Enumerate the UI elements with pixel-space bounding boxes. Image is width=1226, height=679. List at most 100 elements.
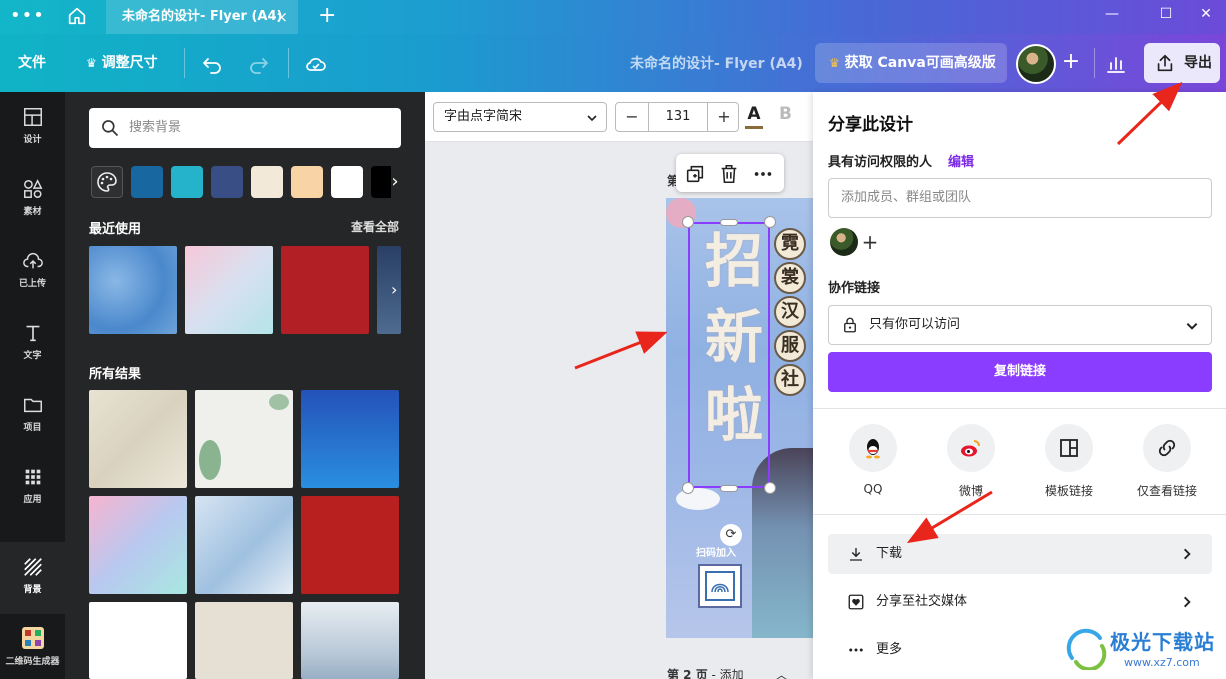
background-thumbnail[interactable] <box>301 496 399 594</box>
rail-item-projects[interactable]: 项目 <box>0 380 65 452</box>
tab-close-icon[interactable]: × <box>275 0 288 34</box>
color-swatch[interactable] <box>291 166 323 198</box>
close-window-icon[interactable]: ✕ <box>1186 0 1226 30</box>
add-people-input[interactable]: 添加成员、群组或团队 <box>828 178 1212 218</box>
text-color-indicator <box>745 126 763 129</box>
heart-icon <box>848 594 864 610</box>
color-swatch[interactable] <box>211 166 243 198</box>
bold-button[interactable]: B <box>779 104 792 124</box>
upload-icon <box>22 253 43 269</box>
maximize-icon[interactable]: ☐ <box>1146 0 1186 30</box>
resize-handle[interactable] <box>682 216 694 228</box>
font-size-input[interactable]: 131 <box>648 103 708 131</box>
crown-icon: ♛ <box>86 56 97 70</box>
upgrade-label: 获取 Canva可画高级版 <box>844 55 996 71</box>
add-collaborator-button[interactable]: + <box>859 228 881 256</box>
rail-item-design[interactable]: 设计 <box>0 92 65 164</box>
text-edit-toolbar: 字由点字简宋 − 131 + A B <box>425 92 813 142</box>
decrease-font-button[interactable]: − <box>616 103 648 131</box>
edit-access-link[interactable]: 编辑 <box>948 151 974 170</box>
search-input[interactable]: 搜索背景 <box>89 108 401 148</box>
resize-button[interactable]: ♛ 调整尺寸 <box>86 34 158 92</box>
rotate-handle-icon[interactable]: ⟳ <box>720 524 742 546</box>
background-thumbnail[interactable] <box>281 246 369 334</box>
resize-handle[interactable] <box>720 485 738 492</box>
rail-item-background[interactable]: 背景 <box>0 542 65 614</box>
minimize-icon[interactable]: — <box>1092 0 1132 30</box>
more-options-icon[interactable] <box>752 163 774 185</box>
file-menu[interactable]: 文件 <box>18 34 46 92</box>
more-menu-icon[interactable]: ••• <box>10 7 45 25</box>
apps-icon <box>25 469 40 485</box>
share-weibo-button[interactable]: 微博 <box>923 424 1019 499</box>
rail-item-qr-generator[interactable]: 二维码生成器 <box>0 614 65 679</box>
user-avatar[interactable] <box>1016 44 1056 84</box>
resize-handle[interactable] <box>682 482 694 494</box>
chevron-right-icon[interactable]: › <box>391 280 397 299</box>
background-thumbnail[interactable] <box>89 390 187 488</box>
color-swatch[interactable] <box>131 166 163 198</box>
rail-item-elements[interactable]: 素材 <box>0 164 65 236</box>
color-palette-button[interactable] <box>91 166 123 198</box>
see-all-link[interactable]: 查看全部 <box>351 218 399 235</box>
toolbar-divider <box>184 48 185 78</box>
background-thumbnail[interactable] <box>301 390 399 488</box>
background-thumbnail[interactable] <box>185 246 273 334</box>
link-access-select[interactable]: 只有你可以访问 <box>828 305 1212 345</box>
increase-font-button[interactable]: + <box>708 103 740 131</box>
undo-icon[interactable] <box>200 52 224 76</box>
chevron-right-icon <box>1184 548 1191 560</box>
title-bar: ••• 未命名的设计- Flyer (A4) × + — ☐ ✕ <box>0 0 1226 34</box>
search-icon <box>102 120 119 137</box>
share-view-only-link-button[interactable]: 仅查看链接 <box>1119 424 1215 499</box>
font-family-select[interactable]: 字由点字简宋 <box>433 102 607 132</box>
rail-item-text[interactable]: 文字 <box>0 308 65 380</box>
color-swatch[interactable] <box>171 166 203 198</box>
redo-icon[interactable] <box>247 52 271 76</box>
document-tab[interactable]: 未命名的设计- Flyer (A4) × <box>106 0 298 34</box>
share-template-link-button[interactable]: 模板链接 <box>1021 424 1117 499</box>
resize-handle[interactable] <box>720 219 738 226</box>
background-thumbnail[interactable] <box>89 246 177 334</box>
download-menu-item[interactable]: 下载 <box>828 534 1212 574</box>
add-member-button[interactable]: + <box>1058 49 1084 75</box>
background-thumbnail[interactable] <box>195 602 293 679</box>
background-thumbnail[interactable] <box>89 496 187 594</box>
resize-handle[interactable] <box>764 216 776 228</box>
qr-code-image[interactable] <box>698 564 742 608</box>
rail-item-apps[interactable]: 应用 <box>0 452 65 524</box>
background-thumbnail[interactable] <box>195 496 293 594</box>
upgrade-button[interactable]: ♛ 获取 Canva可画高级版 <box>815 43 1007 83</box>
share-qq-button[interactable]: QQ <box>825 424 921 496</box>
rail-label: 二维码生成器 <box>5 657 60 667</box>
text-color-button[interactable]: A <box>743 104 765 130</box>
background-thumbnail[interactable] <box>301 602 399 679</box>
trash-icon[interactable] <box>718 163 740 185</box>
selection-box[interactable] <box>688 222 770 488</box>
export-button[interactable]: 导出 <box>1144 43 1220 83</box>
more-dots-icon <box>849 648 863 652</box>
qr-caption: 扫码加入 <box>696 548 736 559</box>
resize-handle[interactable] <box>764 482 776 494</box>
insights-chart-icon[interactable] <box>1104 52 1128 76</box>
color-swatch[interactable] <box>251 166 283 198</box>
all-results-title: 所有结果 <box>89 367 142 382</box>
share-social-menu-item[interactable]: 分享至社交媒体 <box>828 582 1212 622</box>
page-2-label[interactable]: 第 2 页 - 添加 ︿ <box>667 666 788 679</box>
cloud-saved-icon[interactable] <box>304 52 328 76</box>
collaborator-avatar[interactable] <box>830 228 858 256</box>
background-thumbnail[interactable] <box>89 602 187 679</box>
new-tab-button[interactable]: + <box>318 2 336 30</box>
home-icon[interactable] <box>66 5 88 27</box>
chevron-right-icon[interactable]: › <box>385 166 405 198</box>
background-thumbnail[interactable] <box>195 390 293 488</box>
color-swatch[interactable] <box>331 166 363 198</box>
duplicate-icon[interactable] <box>684 163 706 185</box>
chevron-up-icon[interactable]: ︿ <box>776 668 788 679</box>
document-title[interactable]: 未命名的设计- Flyer (A4) <box>630 34 803 94</box>
folder-icon <box>23 398 42 413</box>
copy-link-button[interactable]: 复制链接 <box>828 352 1212 392</box>
rail-item-uploads[interactable]: 已上传 <box>0 236 65 308</box>
text-icon <box>26 325 39 342</box>
share-panel: 分享此设计 具有访问权限的人 编辑 添加成员、群组或团队 + 协作链接 只有你可… <box>813 92 1226 679</box>
